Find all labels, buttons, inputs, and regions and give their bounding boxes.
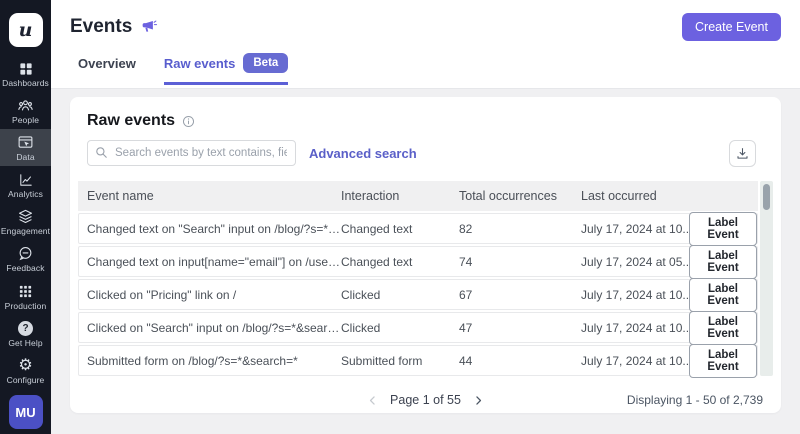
info-icon[interactable] [182, 115, 195, 128]
label-event-button[interactable]: Label Event [689, 310, 757, 345]
cell-interaction: Changed text [341, 221, 413, 236]
sidebar-item-data[interactable]: Data [0, 129, 51, 166]
tab-bar: Overview Raw events Beta [51, 53, 800, 85]
data-icon [17, 134, 34, 151]
table-row[interactable]: Changed text on "Search" input on /blog/… [78, 211, 758, 246]
cell-last-occurred: July 17, 2024 at 10... [581, 221, 689, 236]
cell-event-name: Changed text on "Search" input on /blog/… [87, 221, 341, 236]
sidebar-item-label: Dashboards [2, 78, 49, 88]
label-event-button[interactable]: Label Event [689, 244, 757, 279]
tab-label: Raw events [163, 55, 236, 71]
tab-raw-events[interactable]: Raw events Beta [163, 53, 289, 85]
gear-icon: ⚙ [18, 356, 33, 374]
label-event-button[interactable]: Label Event [689, 277, 757, 312]
events-table: Event name Interaction Total occurrences… [78, 181, 773, 378]
dashboards-icon [18, 60, 34, 77]
column-header-interaction: Interaction [341, 189, 400, 203]
cell-total-occurrences: 67 [459, 287, 473, 302]
beta-badge: Beta [243, 53, 289, 73]
table-row[interactable]: Submitted form on /blog/?s=*&search=* Su… [78, 343, 758, 378]
prev-page-icon[interactable] [367, 395, 378, 406]
label-event-button[interactable]: Label Event [689, 211, 757, 246]
content-area: Raw events Advanced search [51, 89, 800, 434]
cell-total-occurrences: 44 [459, 353, 473, 368]
download-icon [735, 146, 750, 161]
advanced-search-link[interactable]: Advanced search [309, 146, 417, 161]
cell-interaction: Submitted form [341, 353, 423, 368]
pagination-label: Page 1 of 55 [390, 393, 461, 407]
cell-event-name: Clicked on "Pricing" link on / [87, 287, 237, 302]
people-icon [17, 97, 34, 114]
search-icon [94, 145, 109, 165]
analytics-icon [18, 171, 34, 188]
tab-label: Overview [78, 55, 136, 71]
user-avatar[interactable]: MU [8, 395, 43, 429]
cell-event-name: Submitted form on /blog/?s=*&search=* [87, 353, 298, 368]
sidebar-item-label: Get Help [8, 338, 43, 348]
sidebar-item-people[interactable]: People [0, 92, 51, 129]
create-event-button[interactable]: Create Event [682, 13, 781, 41]
scrollbar-thumb[interactable] [763, 184, 770, 210]
export-button[interactable] [729, 139, 756, 167]
cell-total-occurrences: 47 [459, 320, 473, 335]
displaying-count: Displaying 1 - 50 of 2,739 [626, 393, 763, 407]
sidebar-item-production[interactable]: Production [0, 278, 51, 315]
table-header-row: Event name Interaction Total occurrences… [78, 181, 758, 211]
userpilot-logo[interactable]: u [8, 13, 43, 47]
sidebar-item-label: Engagement [0, 226, 51, 236]
column-header-event-name: Event name [87, 189, 154, 203]
sidebar-item-configure[interactable]: ⚙ Configure [0, 352, 51, 389]
cell-interaction: Changed text [341, 254, 413, 269]
cell-total-occurrences: 74 [459, 254, 473, 269]
cell-last-occurred: July 17, 2024 at 10... [581, 353, 689, 368]
page-title: Events [70, 16, 133, 37]
sidebar-item-get-help[interactable]: ? Get Help [0, 315, 51, 352]
table-row[interactable]: Clicked on "Search" input on /blog/?s=*&… [78, 310, 758, 345]
label-event-button[interactable]: Label Event [689, 343, 757, 378]
engagement-icon [17, 208, 34, 225]
search-box [87, 140, 296, 166]
sidebar-item-dashboards[interactable]: Dashboards [0, 55, 51, 92]
app-root: u Dashboards People Data Analytics Engag… [0, 0, 800, 434]
feedback-icon [17, 245, 34, 262]
cell-last-occurred: July 17, 2024 at 05... [581, 254, 689, 269]
tab-overview[interactable]: Overview [78, 53, 136, 85]
help-icon: ? [18, 320, 33, 337]
cell-event-name: Clicked on "Search" input on /blog/?s=*&… [87, 320, 341, 335]
sidebar: u Dashboards People Data Analytics Engag… [0, 0, 51, 434]
production-icon [18, 283, 33, 300]
column-header-total-occurrences: Total occurrences [459, 189, 557, 203]
column-header-last-occurred: Last occurred [581, 189, 657, 203]
sidebar-item-label: Feedback [6, 263, 45, 273]
table-footer: Page 1 of 55 Displaying 1 - 50 of 2,739 [78, 376, 773, 424]
sidebar-item-label: People [11, 115, 40, 125]
raw-events-card: Raw events Advanced search [70, 97, 781, 413]
page-header: Events Create Event Overview Raw events … [51, 0, 800, 89]
cell-last-occurred: July 17, 2024 at 10... [581, 287, 689, 302]
search-input[interactable] [87, 140, 296, 166]
cell-interaction: Clicked [341, 287, 381, 302]
sidebar-item-label: Configure [6, 375, 45, 385]
table-scrollbar[interactable] [760, 181, 773, 376]
main-area: Events Create Event Overview Raw events … [51, 0, 800, 434]
table-row[interactable]: Clicked on "Pricing" link on / Clicked 6… [78, 277, 758, 312]
next-page-icon[interactable] [473, 395, 484, 406]
sidebar-item-label: Analytics [8, 189, 43, 199]
table-row[interactable]: Changed text on input[name="email"] on /… [78, 244, 758, 279]
sidebar-item-label: Data [16, 152, 35, 162]
cell-total-occurrences: 82 [459, 221, 473, 236]
cell-interaction: Clicked [341, 320, 381, 335]
card-title: Raw events [87, 112, 176, 129]
sidebar-item-label: Production [4, 301, 47, 311]
sidebar-item-engagement[interactable]: Engagement [0, 203, 51, 240]
announcement-icon[interactable] [141, 18, 158, 39]
cell-event-name: Changed text on input[name="email"] on /… [87, 254, 341, 269]
sidebar-item-feedback[interactable]: Feedback [0, 240, 51, 277]
sidebar-item-analytics[interactable]: Analytics [0, 166, 51, 203]
cell-last-occurred: July 17, 2024 at 10... [581, 320, 689, 335]
logo-letter: u [18, 19, 33, 41]
